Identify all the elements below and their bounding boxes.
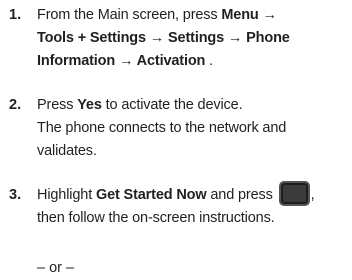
step-text-line: and press [206, 187, 277, 203]
step-number: 3. [9, 187, 22, 203]
or-separator: – or – [37, 260, 75, 276]
step-text: Highlight Get Started Now and press , th… [37, 181, 349, 230]
yes-term: Yes [77, 97, 102, 113]
step-text-line: The phone connects to the network and [37, 120, 287, 136]
step-text: From the Main screen, press Menu → Tools… [37, 4, 349, 73]
step-text-line: then follow the on-screen instructions. [37, 210, 275, 226]
step-number: 1. [9, 7, 22, 23]
step-text-comma: , [310, 187, 315, 203]
get-started-term: Get Started Now [95, 187, 207, 203]
step-text-line: Highlight [37, 187, 96, 203]
step-text-tail: . [205, 53, 214, 69]
instruction-document: 1. From the Main screen, press Menu → To… [0, 0, 352, 280]
step-text-line: From the Main screen, press [37, 7, 222, 23]
menu-term: Menu [221, 7, 259, 23]
arrow-glyph: → [258, 7, 278, 23]
ok-key-icon [278, 181, 310, 207]
step-text-line: validates. [37, 143, 97, 159]
step-text: Press Yes to activate the device. The ph… [37, 94, 349, 163]
settings-path: Tools + Settings → Settings → Phone [37, 30, 290, 46]
step-number: 2. [9, 97, 22, 113]
step-text-line: Press [37, 97, 78, 113]
step-text-line: to activate the device. [101, 97, 243, 113]
settings-path-end: Information → Activation [37, 53, 206, 69]
